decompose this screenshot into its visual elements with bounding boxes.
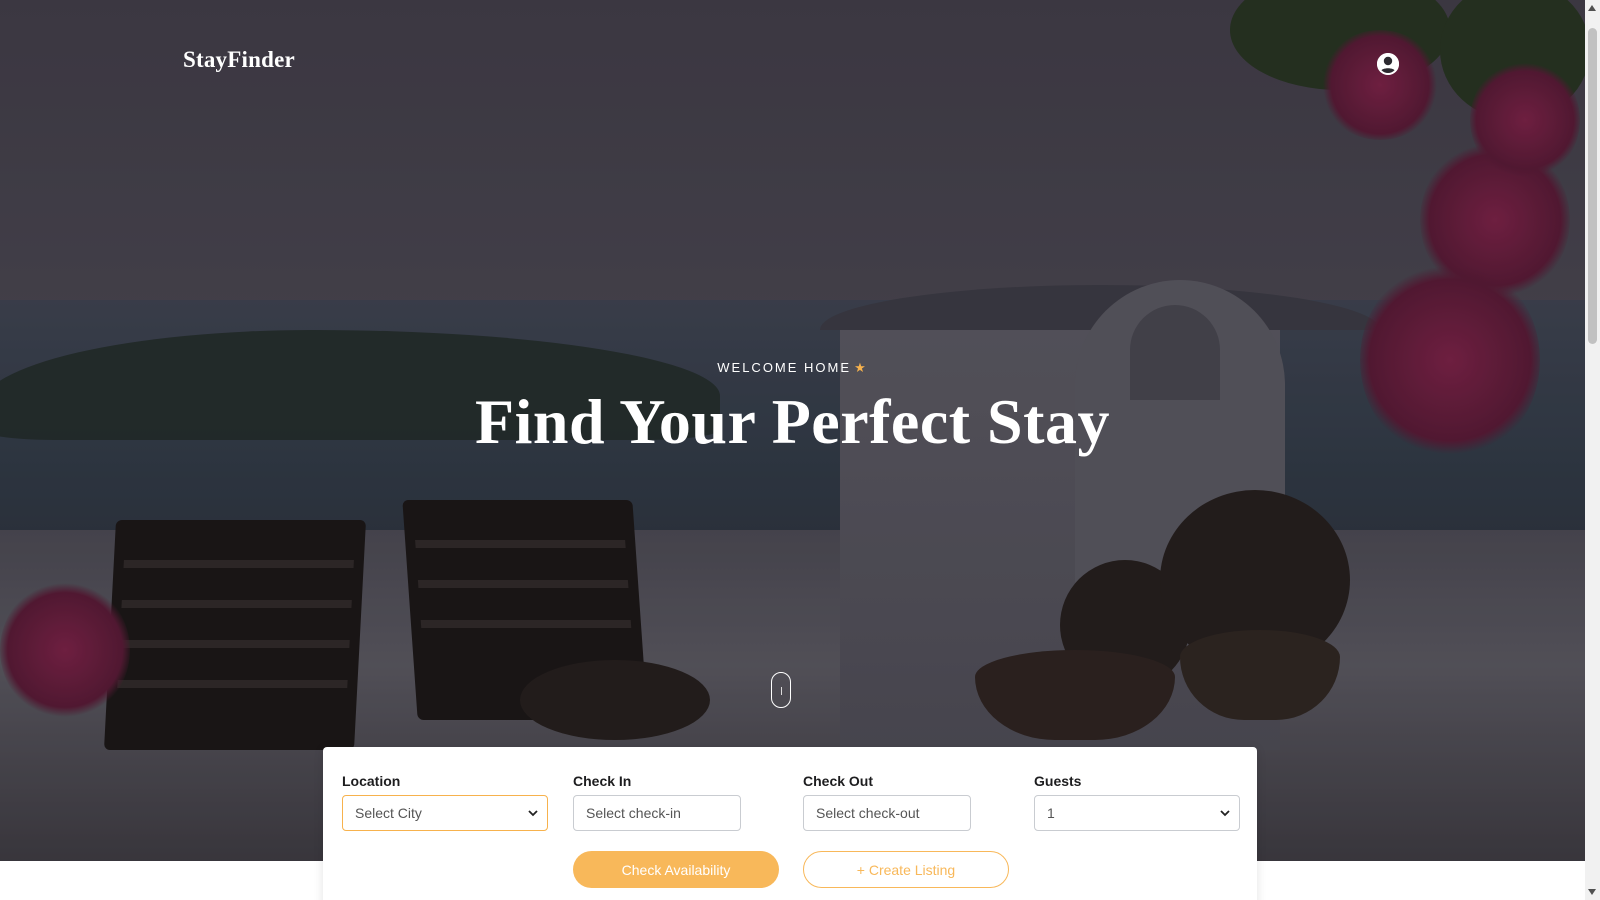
check-out-placeholder: Select check-out [816,805,920,821]
brand-logo[interactable]: StayFinder [183,47,295,73]
check-in-input[interactable]: Select check-in [573,795,741,831]
check-in-placeholder: Select check-in [586,805,681,821]
scroll-down-arrow-icon[interactable] [1588,889,1596,895]
check-out-label: Check Out [803,773,874,789]
check-out-input[interactable]: Select check-out [803,795,971,831]
hero-eyebrow: WELCOME HOME ★ [0,360,1585,376]
scroll-up-arrow-icon[interactable] [1588,5,1596,11]
star-icon: ★ [854,360,868,375]
page-scrollbar[interactable] [1585,0,1600,900]
scrollbar-thumb[interactable] [1588,28,1597,344]
create-listing-button[interactable]: + Create Listing [803,851,1009,888]
chevron-down-icon [528,810,538,817]
guests-select[interactable]: 1 [1034,795,1240,831]
hero-eyebrow-text: WELCOME HOME [717,360,852,375]
chevron-down-icon [1220,810,1230,817]
guests-label: Guests [1034,773,1082,789]
location-select[interactable]: Select City [342,795,548,831]
guests-select-value: 1 [1047,805,1055,821]
check-in-label: Check In [573,773,632,789]
user-circle-icon [1377,53,1399,75]
account-button[interactable] [1376,52,1400,76]
location-label: Location [342,773,401,789]
mouse-scroll-icon[interactable] [771,672,791,708]
check-availability-button[interactable]: Check Availability [573,851,779,888]
location-select-value: Select City [355,805,422,821]
hero-headline: Find Your Perfect Stay [475,386,1110,457]
search-form: Location Select City Check In Select che… [323,747,1257,900]
